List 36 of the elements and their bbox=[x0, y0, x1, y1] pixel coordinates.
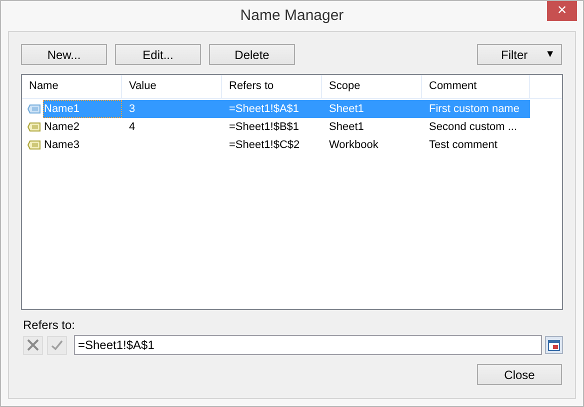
table-cell: 3 bbox=[122, 100, 222, 118]
name-tag-icon bbox=[27, 122, 41, 132]
refers-to-field[interactable]: =Sheet1!$A$1 bbox=[74, 335, 542, 355]
table-cell-text: Sheet1 bbox=[328, 120, 365, 135]
table-cell-text: =Sheet1!$C$2 bbox=[228, 138, 301, 153]
name-cell[interactable]: Name3 bbox=[43, 136, 122, 154]
table-cell-text: Second custom ... bbox=[428, 120, 518, 135]
name-tag-icon bbox=[27, 104, 41, 114]
confirm-button[interactable] bbox=[47, 336, 67, 354]
column-header[interactable]: Comment bbox=[422, 75, 530, 98]
table-cell-text: 4 bbox=[128, 120, 136, 135]
table-cell: =Sheet1!$A$1 bbox=[222, 100, 322, 118]
table-cell: Sheet1 bbox=[322, 100, 422, 118]
window-title: Name Manager bbox=[240, 6, 344, 26]
table-cell-text: Workbook bbox=[328, 138, 380, 153]
name-tag-icon bbox=[27, 140, 41, 150]
toolbar-button[interactable]: Delete bbox=[209, 44, 295, 65]
table-cell: First custom name bbox=[422, 100, 530, 118]
column-header[interactable]: Refers to bbox=[222, 75, 322, 98]
range-select-button[interactable] bbox=[545, 336, 563, 354]
column-header[interactable]: Value bbox=[122, 75, 222, 98]
range-picker-icon bbox=[548, 340, 560, 350]
table-cell-text: Test comment bbox=[428, 138, 498, 153]
name-cell[interactable]: Name2 bbox=[43, 118, 122, 136]
check-icon bbox=[51, 339, 63, 351]
close-button[interactable]: × bbox=[547, 1, 577, 21]
toolbar-button[interactable]: New... bbox=[21, 44, 107, 65]
close-dialog-button[interactable]: Close bbox=[477, 364, 562, 385]
cross-icon bbox=[27, 339, 39, 351]
table-cell-text: =Sheet1!$B$1 bbox=[228, 120, 300, 135]
refers-to-label: Refers to: bbox=[23, 317, 76, 332]
column-header[interactable]: Scope bbox=[322, 75, 422, 98]
filter-button[interactable]: Filter ▼ bbox=[477, 44, 562, 65]
cancel-button[interactable] bbox=[23, 336, 43, 354]
toolbar-button[interactable]: Edit... bbox=[115, 44, 201, 65]
column-header[interactable]: Name bbox=[22, 75, 122, 98]
